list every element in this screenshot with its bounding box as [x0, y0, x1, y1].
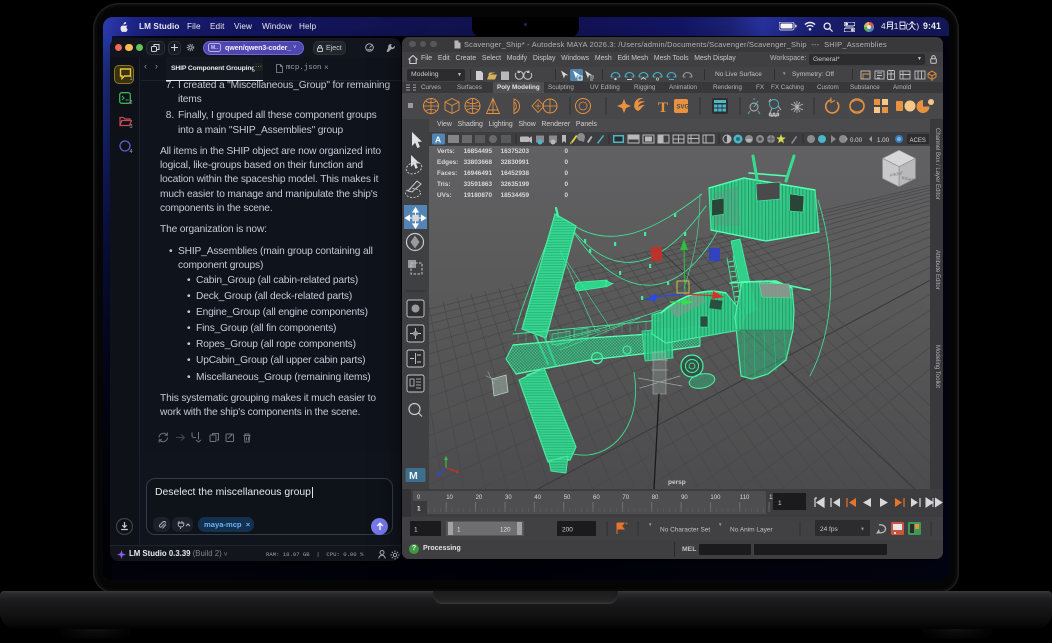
svg-text:20: 20	[476, 495, 483, 501]
svg-text:1: 1	[778, 500, 782, 507]
svg-text:70: 70	[622, 495, 629, 501]
svg-text:Faces:: Faces:	[437, 170, 457, 177]
svg-text:M: M	[409, 470, 418, 482]
svg-text:A: A	[435, 135, 441, 145]
svg-text:33803668: 33803668	[464, 159, 493, 166]
svg-text:No Anim Layer: No Anim Layer	[730, 527, 773, 534]
svg-text:0: 0	[564, 159, 568, 166]
svg-text:80: 80	[652, 495, 659, 501]
svg-text:+: +	[625, 521, 628, 527]
svg-text:32830991: 32830991	[501, 159, 530, 166]
svg-text:24 fps: 24 fps	[820, 526, 838, 533]
svg-text:Tris:: Tris:	[437, 181, 451, 188]
svg-text:UVs:: UVs:	[437, 192, 452, 199]
svg-text:16452938: 16452938	[501, 170, 530, 177]
svg-text:▼: ▼	[648, 522, 652, 527]
svg-text:1: 1	[457, 527, 461, 534]
svg-text:1.00: 1.00	[877, 137, 890, 144]
svg-text:10: 10	[446, 495, 453, 501]
svg-text:Verts:: Verts:	[437, 148, 455, 155]
svg-text:1: 1	[417, 506, 421, 513]
svg-text:0: 0	[564, 192, 568, 199]
svg-text:0,0,0: 0,0,0	[769, 112, 780, 117]
svg-text:16854495: 16854495	[464, 148, 493, 155]
svg-text:33591863: 33591863	[464, 181, 493, 188]
svg-text:30: 30	[505, 495, 512, 501]
svg-text:100: 100	[710, 495, 721, 501]
svg-text:40: 40	[534, 495, 541, 501]
svg-text:T: T	[658, 100, 668, 116]
svg-text:0: 0	[564, 170, 568, 177]
svg-text:SVG: SVG	[677, 105, 690, 111]
svg-text:50: 50	[564, 495, 571, 501]
svg-text:120: 120	[500, 527, 511, 534]
svg-text:▼: ▼	[718, 522, 722, 527]
svg-text:110: 110	[740, 495, 750, 501]
svg-text:0: 0	[564, 181, 568, 188]
svg-text:1: 1	[414, 527, 418, 534]
svg-text:32635199: 32635199	[501, 181, 530, 188]
svg-text:persp: persp	[668, 479, 686, 486]
svg-text:18534459: 18534459	[501, 192, 530, 199]
svg-text:Edges:: Edges:	[437, 159, 458, 166]
svg-text:No Character Set: No Character Set	[660, 527, 710, 534]
svg-text:16946491: 16946491	[464, 170, 493, 177]
svg-text:▼: ▼	[860, 527, 865, 533]
svg-text:0: 0	[564, 148, 568, 155]
svg-text:16375203: 16375203	[501, 148, 530, 155]
svg-text:200: 200	[562, 527, 573, 534]
svg-text:ACES: ACES	[910, 138, 926, 144]
svg-text:19180870: 19180870	[464, 192, 493, 199]
svg-text:60: 60	[593, 495, 600, 501]
svg-text:0.00: 0.00	[850, 137, 863, 144]
svg-text:90: 90	[681, 495, 688, 501]
